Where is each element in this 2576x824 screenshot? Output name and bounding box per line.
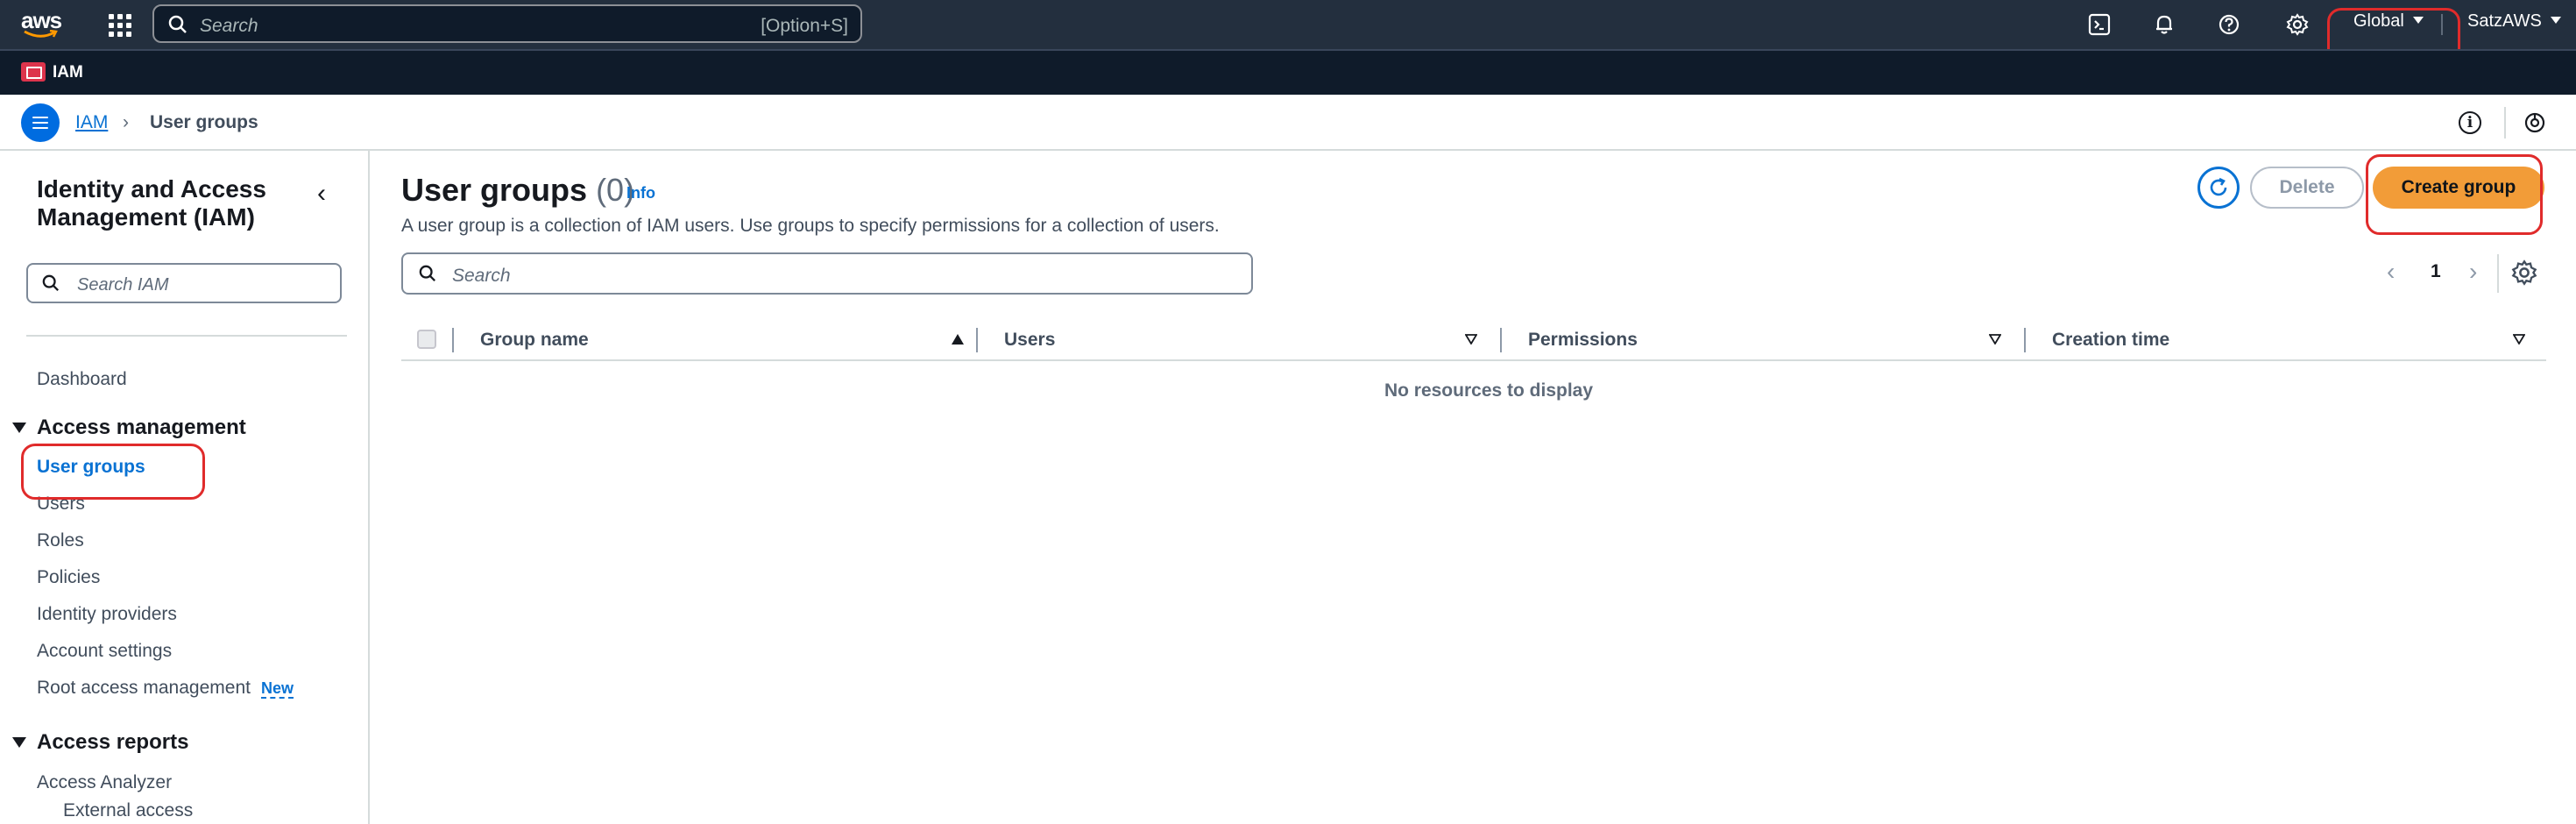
sidebar-item-identity-providers[interactable]: Identity providers	[37, 604, 177, 625]
cloudshell-icon[interactable]	[2085, 11, 2113, 39]
sidebar-item-dashboard[interactable]: Dashboard	[37, 369, 127, 390]
delete-button[interactable]: Delete	[2250, 167, 2364, 209]
breadcrumb-bar: IAM › User groups i	[0, 95, 2576, 151]
column-header-users[interactable]: Users	[1004, 330, 1055, 351]
search-icon	[42, 274, 59, 291]
iam-service-icon	[21, 62, 46, 82]
menu-toggle-button[interactable]	[21, 103, 60, 142]
gear-icon[interactable]	[2283, 11, 2311, 39]
search-placeholder: Search	[452, 266, 511, 286]
page-description: A user group is a collection of IAM user…	[401, 216, 1220, 236]
sidebar-item-account-settings[interactable]: Account settings	[37, 641, 172, 662]
sort-icon[interactable]	[1989, 334, 2001, 345]
divider	[2504, 107, 2506, 139]
chevron-right-icon: ›	[123, 112, 129, 132]
column-header-permissions[interactable]: Permissions	[1528, 330, 1638, 351]
divider	[2497, 254, 2499, 293]
pagination-next-icon[interactable]: ›	[2469, 258, 2477, 286]
aws-logo[interactable]: aws	[21, 7, 63, 42]
new-badge: New	[260, 679, 294, 699]
chevron-down-icon	[2550, 16, 2561, 24]
help-icon[interactable]	[2215, 11, 2243, 39]
select-all-checkbox[interactable]	[417, 330, 436, 349]
sort-ascending-icon[interactable]	[952, 334, 964, 345]
smile-arrow-icon	[24, 30, 58, 38]
table-header: Group name Users Permissions Creation ti…	[401, 317, 2546, 361]
sort-icon[interactable]	[2513, 334, 2525, 345]
search-placeholder: Search IAM	[77, 275, 169, 295]
empty-state-message: No resources to display	[1384, 380, 1594, 401]
column-divider[interactable]	[1500, 328, 1502, 352]
preferences-icon[interactable]	[2523, 111, 2546, 134]
search-icon	[419, 265, 435, 281]
refresh-icon	[2210, 177, 2227, 196]
sidebar-search-input[interactable]: Search IAM	[26, 263, 342, 303]
annotation-highlight-user-groups	[21, 444, 205, 500]
caret-down-icon[interactable]	[12, 423, 26, 433]
pagination-prev-icon[interactable]: ‹	[2387, 258, 2395, 286]
pagination-page[interactable]: 1	[2431, 261, 2441, 282]
sidebar-item-external-access[interactable]: External access	[63, 800, 193, 821]
column-header-creation-time[interactable]: Creation time	[2052, 330, 2169, 351]
column-header-group-name[interactable]: Group name	[480, 330, 589, 351]
sidebar-title[interactable]: Identity and Access Management (IAM)	[37, 175, 300, 231]
sort-icon[interactable]	[1465, 334, 1477, 345]
bell-icon[interactable]	[2150, 11, 2178, 39]
sidebar-item-roles[interactable]: Roles	[37, 530, 84, 551]
column-divider	[452, 328, 454, 352]
main-content: User groups (0) Info A user group is a c…	[370, 151, 2576, 824]
page-title: User groups (0)	[401, 172, 635, 208]
close-sidebar-icon[interactable]: ‹	[317, 179, 326, 209]
top-navigation: aws Search [Option+S] Global SatzAWS	[0, 0, 2576, 49]
info-icon[interactable]: i	[2459, 111, 2481, 134]
sidebar-item-access-analyzer[interactable]: Access Analyzer	[37, 772, 172, 793]
sidebar-item-policies[interactable]: Policies	[37, 567, 100, 588]
divider	[26, 335, 347, 337]
sidebar-section-access-reports[interactable]: Access reports	[37, 730, 188, 755]
info-link[interactable]: Info	[626, 184, 655, 202]
account-menu[interactable]: SatzAWS	[2467, 11, 2561, 32]
group-search-input[interactable]: Search	[401, 252, 1253, 295]
breadcrumb-current: User groups	[150, 112, 258, 132]
annotation-highlight-create-group	[2366, 154, 2543, 235]
refresh-button[interactable]	[2197, 167, 2240, 209]
caret-down-icon[interactable]	[12, 737, 26, 748]
sidebar-section-access-management[interactable]: Access management	[37, 416, 246, 440]
column-divider[interactable]	[2024, 328, 2026, 352]
service-bar: IAM	[0, 49, 2576, 95]
search-placeholder: Search	[200, 16, 258, 36]
column-divider[interactable]	[976, 328, 978, 352]
search-icon	[168, 15, 187, 33]
breadcrumb-link-iam[interactable]: IAM	[75, 112, 108, 133]
sidebar-item-root-access-management[interactable]: Root access management New	[37, 678, 294, 699]
services-grid-icon[interactable]	[105, 11, 131, 37]
search-shortcut: [Option+S]	[761, 16, 848, 36]
table-settings-gear-icon[interactable]	[2511, 259, 2537, 286]
service-label[interactable]: IAM	[53, 63, 83, 82]
global-search-input[interactable]: Search [Option+S]	[152, 4, 862, 43]
